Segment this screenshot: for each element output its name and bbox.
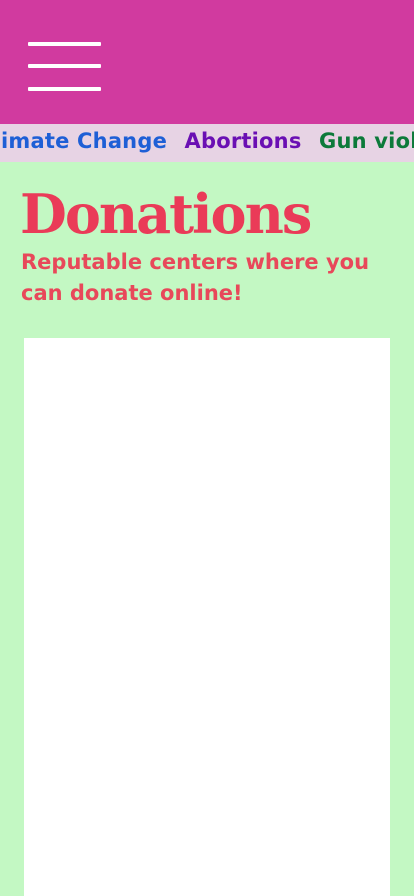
topic-ticker: Climate Change Abortions Gun violence: [0, 124, 414, 162]
menu-bar: [28, 64, 101, 68]
site-header: [0, 0, 414, 124]
hamburger-menu-icon[interactable]: [28, 41, 102, 93]
page-subtitle: Reputable centers where you can donate o…: [21, 250, 370, 305]
menu-bar: [28, 87, 101, 91]
menu-bar: [28, 42, 101, 46]
ticker-item-climate-change[interactable]: Climate Change: [0, 129, 167, 153]
ticker-track: Climate Change Abortions Gun violence: [0, 129, 414, 153]
page-title: Donations: [20, 182, 312, 246]
ticker-item-abortions[interactable]: Abortions: [185, 129, 302, 153]
ticker-item-gun-violence[interactable]: Gun violence: [319, 129, 414, 153]
donation-centers-panel: [24, 338, 390, 896]
